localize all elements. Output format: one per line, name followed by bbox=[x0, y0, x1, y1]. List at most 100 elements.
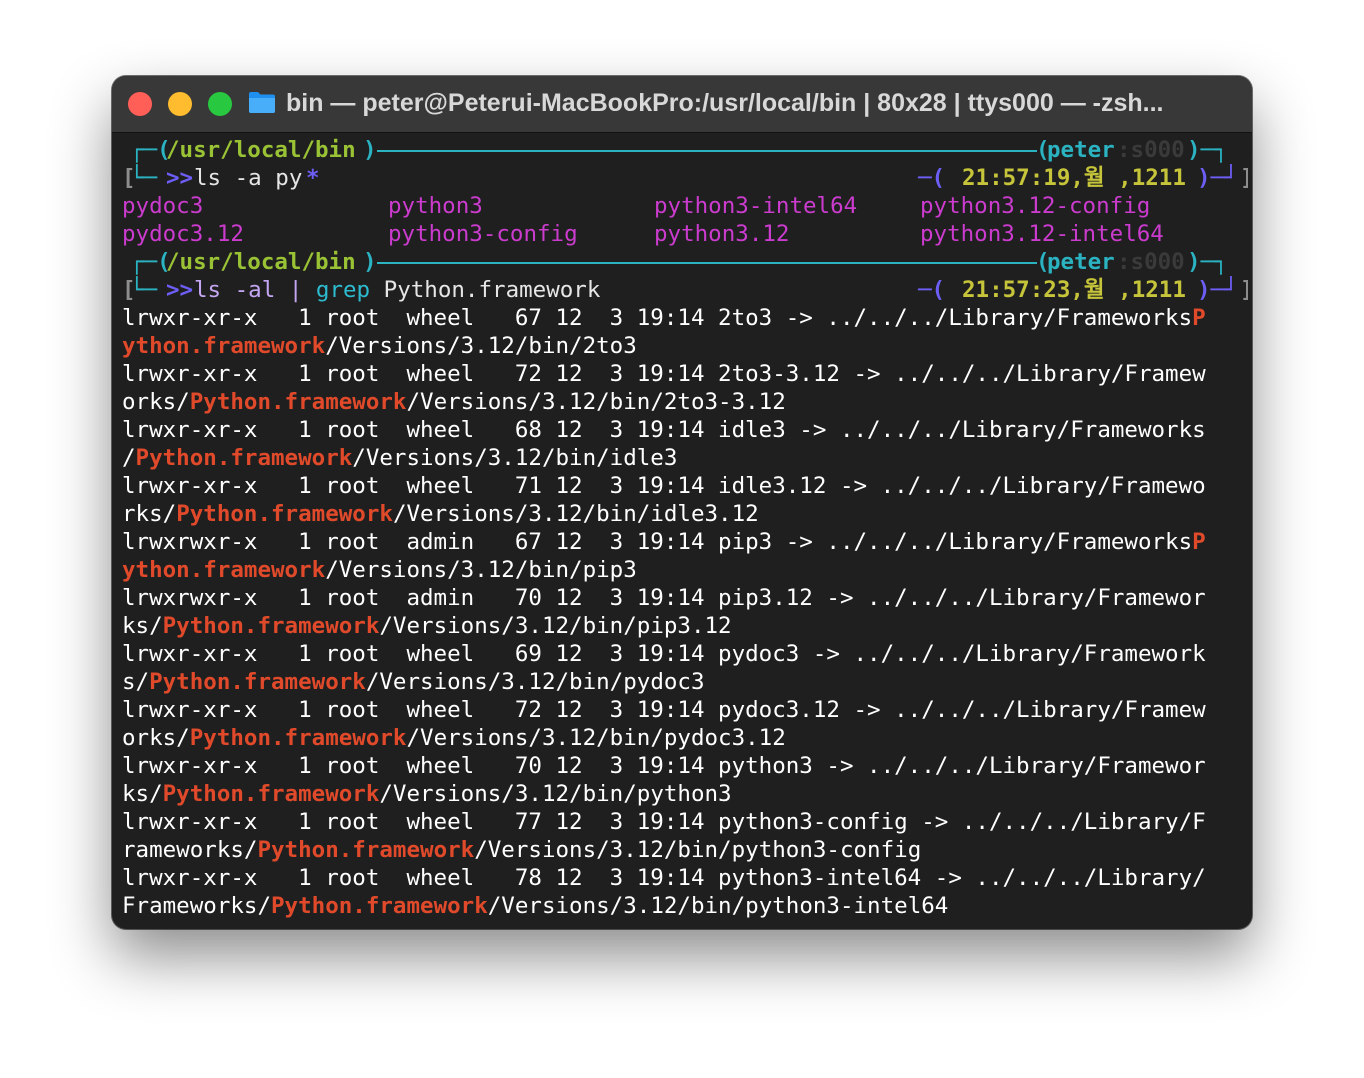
prompt-user: peter bbox=[1047, 249, 1115, 275]
output-line: lrwxrwxr-x 1 root admin 67 12 3 19:14 pi… bbox=[122, 528, 1248, 556]
output-text: lrwxr-xr-x 1 root wheel 68 12 3 19:14 id… bbox=[122, 417, 1206, 443]
output-line: lrwxr-xr-x 1 root wheel 78 12 3 19:14 py… bbox=[122, 864, 1248, 892]
command-ls: ls -al | bbox=[194, 277, 316, 303]
output-text: /Versions/3.12/bin/pip3.12 bbox=[379, 613, 732, 639]
minimize-button[interactable] bbox=[168, 92, 192, 116]
output-line: rameworks/Python.framework/Versions/3.12… bbox=[122, 836, 1248, 864]
output-text: lrwxr-xr-x 1 root wheel 77 12 3 19:14 py… bbox=[122, 809, 1206, 835]
prompt-header: ┌─( /usr/local/bin ) ( peter :s000 )─┐ bbox=[122, 136, 1248, 164]
command-glob: * bbox=[306, 165, 320, 191]
match-highlight: P bbox=[1192, 529, 1206, 555]
output-line: lrwxr-xr-x 1 root wheel 77 12 3 19:14 py… bbox=[122, 808, 1248, 836]
output-text: /Versions/3.12/bin/python3-config bbox=[474, 837, 922, 863]
prompt-user: peter bbox=[1047, 137, 1115, 163]
window-title: bin — peter@Peterui-MacBookPro:/usr/loca… bbox=[286, 89, 1164, 117]
output-text: ks/ bbox=[122, 781, 163, 807]
output-text: rks/ bbox=[122, 501, 177, 527]
match-highlight: Python.framework bbox=[176, 501, 393, 527]
ls-output-row: pydoc3.12 python3-config python3.12 pyth… bbox=[122, 220, 1248, 248]
time-suffix: )─┘ bbox=[1197, 165, 1238, 191]
prompt-arrows: >> bbox=[166, 165, 194, 191]
output-text: lrwxr-xr-x 1 root wheel 78 12 3 19:14 py… bbox=[122, 865, 1206, 891]
output-text: lrwxr-xr-x 1 root wheel 72 12 3 19:14 2t… bbox=[122, 361, 1206, 387]
match-highlight: Python.framework bbox=[189, 389, 407, 415]
output-text: /Versions/3.12/bin/2to3 bbox=[325, 333, 637, 359]
output-line: Frameworks/Python.framework/Versions/3.1… bbox=[122, 892, 1248, 920]
output-text: ks/ bbox=[122, 613, 163, 639]
match-highlight: Python.framework bbox=[257, 837, 475, 863]
ls-entry: pydoc3.12 bbox=[122, 221, 244, 247]
output-text: /Versions/3.12/bin/python3 bbox=[379, 781, 732, 807]
title-bar[interactable]: bin — peter@Peterui-MacBookPro:/usr/loca… bbox=[112, 76, 1252, 133]
ls-entry: pydoc3 bbox=[122, 193, 204, 219]
close-button[interactable] bbox=[128, 92, 152, 116]
output-text: /Versions/3.12/bin/idle3 bbox=[352, 445, 678, 471]
command-text: ls -a py bbox=[194, 165, 303, 191]
output-line: lrwxrwxr-x 1 root admin 70 12 3 19:14 pi… bbox=[122, 584, 1248, 612]
output-text: /Versions/3.12/bin/2to3-3.12 bbox=[406, 389, 786, 415]
time-suffix: )─┘ bbox=[1197, 277, 1238, 303]
match-highlight: Python.framework bbox=[162, 613, 380, 639]
ls-output-row: pydoc3 python3 python3-intel64 python3.1… bbox=[122, 192, 1248, 220]
prompt-path: /usr/local/bin bbox=[166, 249, 356, 275]
prompt-bracket-right: ] bbox=[1240, 276, 1248, 304]
terminal-window: bin — peter@Peterui-MacBookPro:/usr/loca… bbox=[112, 76, 1252, 929]
output-line: ython.framework/Versions/3.12/bin/2to3 bbox=[122, 332, 1248, 360]
output-text: lrwxrwxr-x 1 root admin 70 12 3 19:14 pi… bbox=[122, 585, 1206, 611]
match-highlight: Python.framework bbox=[162, 781, 380, 807]
ls-entry: python3 bbox=[388, 193, 483, 219]
match-highlight: ython.framework bbox=[122, 333, 326, 359]
output-text: / bbox=[122, 445, 136, 471]
output-line: lrwxr-xr-x 1 root wheel 70 12 3 19:14 py… bbox=[122, 752, 1248, 780]
output-text: lrwxr-xr-x 1 root wheel 69 12 3 19:14 py… bbox=[122, 641, 1206, 667]
output-text: lrwxr-xr-x 1 root wheel 71 12 3 19:14 id… bbox=[122, 473, 1206, 499]
output-text: lrwxr-xr-x 1 root wheel 72 12 3 19:14 py… bbox=[122, 697, 1206, 723]
output-line: ks/Python.framework/Versions/3.12/bin/pi… bbox=[122, 612, 1248, 640]
output-line: lrwxr-xr-x 1 root wheel 69 12 3 19:14 py… bbox=[122, 640, 1248, 668]
ls-entry: python3.12-config bbox=[920, 193, 1151, 219]
match-highlight: Python.framework bbox=[271, 893, 488, 919]
prompt-path-close: ) bbox=[363, 249, 377, 275]
output-line: lrwxr-xr-x 1 root wheel 71 12 3 19:14 id… bbox=[122, 472, 1248, 500]
ls-entry: python3.12 bbox=[654, 221, 790, 247]
prompt-arrows: >> bbox=[166, 277, 194, 303]
ls-entry: python3-config bbox=[388, 221, 578, 247]
time-prefix: ─( bbox=[918, 165, 946, 191]
prompt-session: :s000 bbox=[1117, 137, 1185, 163]
output-line: lrwxr-xr-x 1 root wheel 72 12 3 19:14 py… bbox=[122, 696, 1248, 724]
command-args: Python.framework bbox=[370, 277, 601, 303]
ls-entry: python3-intel64 bbox=[654, 193, 858, 219]
prompt-path: /usr/local/bin bbox=[166, 137, 356, 163]
output-text: Frameworks/ bbox=[122, 893, 272, 919]
terminal-content[interactable]: ┌─( /usr/local/bin ) ( peter :s000 )─┐ [… bbox=[122, 136, 1248, 922]
output-line: rks/Python.framework/Versions/3.12/bin/i… bbox=[122, 500, 1248, 528]
prompt-session: :s000 bbox=[1117, 249, 1185, 275]
output-text: rameworks/ bbox=[122, 837, 258, 863]
prompt-separator-line bbox=[377, 262, 1037, 264]
output-line: ks/Python.framework/Versions/3.12/bin/py… bbox=[122, 780, 1248, 808]
match-highlight: P bbox=[1192, 305, 1206, 331]
prompt-command-line: [ └─ >> ls -a py * ─( 21:57:19,월 ,1211 )… bbox=[122, 164, 1248, 192]
output-text: lrwxr-xr-x 1 root wheel 67 12 3 19:14 2t… bbox=[122, 305, 1193, 331]
prompt-time: 21:57:23,월 ,1211 bbox=[962, 277, 1186, 303]
folder-icon bbox=[249, 92, 275, 113]
command-text: ls -al | grep Python.framework bbox=[194, 276, 600, 304]
output-text: s/ bbox=[122, 669, 150, 695]
output-text: /Versions/3.12/bin/idle3.12 bbox=[392, 501, 759, 527]
output-line: orks/Python.framework/Versions/3.12/bin/… bbox=[122, 388, 1248, 416]
command-grep: grep bbox=[315, 277, 371, 303]
zoom-button[interactable] bbox=[208, 92, 232, 116]
prompt-path-close: ) bbox=[363, 137, 377, 163]
match-highlight: ython.framework bbox=[122, 557, 326, 583]
prompt-user-close: )─┐ bbox=[1187, 249, 1228, 275]
output-line: ython.framework/Versions/3.12/bin/pip3 bbox=[122, 556, 1248, 584]
output-line: lrwxr-xr-x 1 root wheel 72 12 3 19:14 2t… bbox=[122, 360, 1248, 388]
output-text: orks/ bbox=[122, 725, 190, 751]
match-highlight: Python.framework bbox=[149, 669, 366, 695]
match-highlight: Python.framework bbox=[135, 445, 353, 471]
prompt-bracket-right: ] bbox=[1240, 164, 1248, 192]
prompt-command-line: [ └─ >> ls -al | grep Python.framework ─… bbox=[122, 276, 1248, 304]
prompt-corner-bottom: └─ bbox=[130, 277, 171, 303]
prompt-time: 21:57:19,월 ,1211 bbox=[962, 165, 1186, 191]
prompt-separator-line bbox=[377, 150, 1037, 152]
